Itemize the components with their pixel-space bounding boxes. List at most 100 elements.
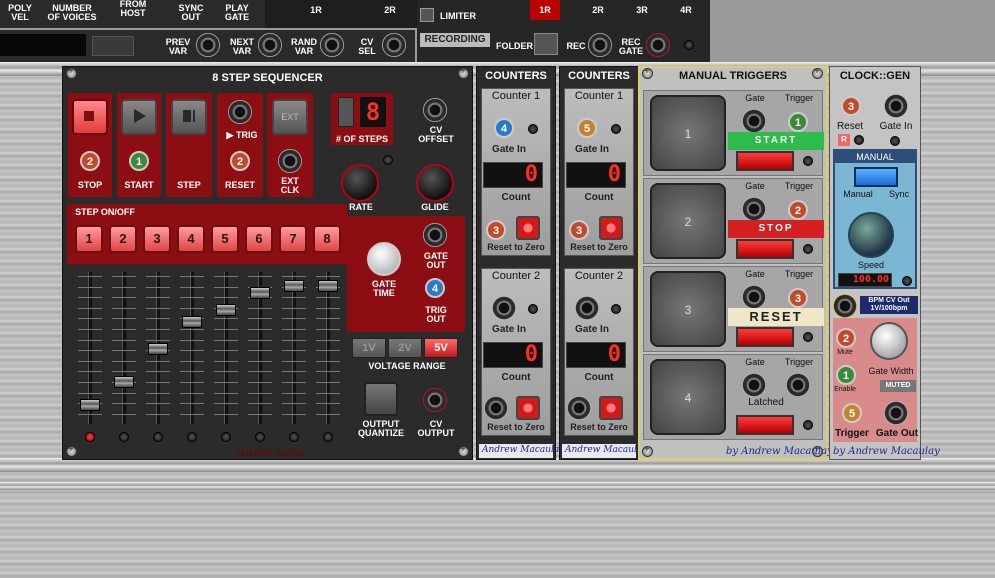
reset-jack[interactable]: [567, 396, 591, 420]
voltage-range-label: VOLTAGE RANGE: [368, 361, 446, 371]
prev-var-jack[interactable]: [196, 33, 220, 57]
next-var-jack[interactable]: [258, 33, 282, 57]
cv-offset-jack[interactable]: [423, 98, 447, 122]
reset-button[interactable]: [599, 396, 623, 420]
step-toggle-6[interactable]: 6: [245, 225, 273, 253]
clock-gate-in-jack[interactable]: [884, 94, 908, 118]
gate-jack[interactable]: [742, 285, 766, 309]
gate-out-jack-clock[interactable]: [884, 401, 908, 425]
reset-jack[interactable]: [484, 396, 508, 420]
gate-jack[interactable]: [742, 197, 766, 221]
mute-label: Mute: [837, 349, 853, 356]
enable-badge[interactable]: 1: [836, 365, 856, 385]
gate-time-knob[interactable]: [367, 242, 401, 276]
out-1r-button[interactable]: 1R: [530, 0, 560, 20]
reset-button[interactable]: [599, 216, 623, 240]
gate-jack[interactable]: [742, 109, 766, 133]
step-slider-7[interactable]: [284, 280, 304, 292]
slider-tick: [112, 392, 136, 394]
counter-gate-in-badge[interactable]: 5: [577, 118, 597, 138]
slider-tick: [78, 413, 102, 415]
trig-out-badge[interactable]: 4: [425, 278, 445, 298]
rec-gate-jack[interactable]: [646, 33, 670, 57]
step-slider-1[interactable]: [80, 398, 100, 411]
step-toggle-4[interactable]: 4: [177, 225, 205, 253]
slider-tick: [112, 403, 136, 405]
trigger-badge[interactable]: 1: [788, 112, 808, 132]
slider-tick: [282, 392, 306, 394]
slider-tick: [316, 297, 340, 299]
folder-label: FOLDER: [496, 41, 533, 51]
trigger-pad-4[interactable]: 4: [650, 359, 726, 435]
gate-width-knob[interactable]: [870, 322, 908, 360]
step-toggle-3[interactable]: 3: [143, 225, 171, 253]
clock-reset-badge[interactable]: 3: [841, 96, 861, 116]
limiter-toggle[interactable]: [420, 8, 434, 22]
step-slider-2[interactable]: [114, 376, 134, 389]
slider-tick: [316, 413, 340, 415]
speed-knob[interactable]: [848, 212, 894, 258]
gate-jack[interactable]: [742, 373, 766, 397]
slider-tick: [248, 413, 272, 415]
trigger-badge[interactable]: 2: [788, 200, 808, 220]
trigger-badge[interactable]: 3: [788, 288, 808, 308]
brand-label: CHERRY AUDIO: [235, 448, 305, 458]
ext-clk-jack[interactable]: [278, 149, 302, 173]
reset-button[interactable]: [516, 396, 540, 420]
slider-tick: [112, 297, 136, 299]
glide-knob[interactable]: [416, 164, 454, 202]
arrow-buttons[interactable]: [92, 36, 134, 56]
reset-badge[interactable]: 3: [569, 220, 589, 240]
slider-tick: [214, 403, 238, 405]
slider-tick: [146, 286, 170, 288]
gate-out-jack[interactable]: [423, 223, 447, 247]
mute-badge[interactable]: 2: [836, 328, 856, 348]
step-toggle-8[interactable]: 8: [313, 225, 341, 253]
folder-button[interactable]: [534, 33, 558, 55]
trigger-label: Trigger: [784, 357, 814, 367]
trigger-jack[interactable]: [786, 373, 810, 397]
range-2v-button[interactable]: 2V: [388, 338, 422, 358]
steps-stepper[interactable]: [338, 97, 354, 127]
trigger-pad-2[interactable]: 2: [650, 183, 726, 259]
trigger-out-badge[interactable]: 5: [842, 403, 862, 423]
counter-gate-in-jack[interactable]: [575, 296, 599, 320]
step-slider-3[interactable]: [148, 343, 168, 356]
speed-display: 100.00: [838, 273, 892, 287]
slider-tick: [112, 318, 136, 320]
slider-tick: [146, 297, 170, 299]
slider-tick: [316, 350, 340, 352]
rec-button[interactable]: [588, 33, 612, 57]
trigger-pad-3[interactable]: 3: [650, 271, 726, 347]
rec-label: REC: [566, 41, 586, 51]
trig-jack[interactable]: [228, 100, 252, 124]
gate-in-label: Gate In: [575, 144, 609, 155]
rate-knob[interactable]: [341, 164, 379, 202]
step-toggle-1[interactable]: 1: [75, 225, 103, 253]
rand-var-jack[interactable]: [320, 33, 344, 57]
counter-gate-in-badge[interactable]: 4: [494, 118, 514, 138]
trigger-led-pad: [736, 415, 794, 435]
step-toggle-7[interactable]: 7: [279, 225, 307, 253]
ext-button[interactable]: EXT: [272, 99, 308, 135]
step-slider-6[interactable]: [250, 286, 270, 299]
step-slider-8[interactable]: [318, 280, 338, 292]
range-5v-button[interactable]: 5V: [424, 338, 458, 358]
reset-badge[interactable]: 3: [486, 220, 506, 240]
slider-tick: [146, 403, 170, 405]
step-slider-4[interactable]: [182, 315, 202, 328]
bpm-cv-out-jack[interactable]: [833, 294, 857, 318]
trigger-pad-1[interactable]: 1: [650, 95, 726, 171]
range-1v-button[interactable]: 1V: [352, 338, 386, 358]
counter-gate-in-jack[interactable]: [492, 296, 516, 320]
slider-tick: [180, 413, 204, 415]
cv-sel-jack[interactable]: [382, 33, 406, 57]
step-toggle-2[interactable]: 2: [109, 225, 137, 253]
step-slider-5[interactable]: [216, 303, 236, 316]
output-quantize-button[interactable]: [364, 382, 398, 416]
step-toggle-5[interactable]: 5: [211, 225, 239, 253]
manual-sync-toggle[interactable]: [854, 167, 898, 187]
reset-button[interactable]: [516, 216, 540, 240]
cv-output-jack[interactable]: [423, 388, 447, 412]
slider-tick: [78, 276, 102, 277]
